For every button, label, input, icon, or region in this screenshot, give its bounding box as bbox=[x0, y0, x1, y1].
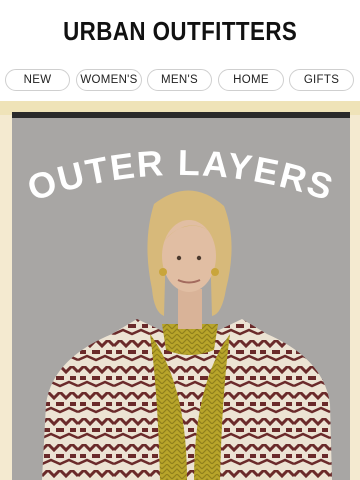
nav-item-home[interactable]: HOME bbox=[218, 69, 284, 91]
nav-item-gifts[interactable]: GIFTS bbox=[289, 69, 354, 91]
header: URBAN OUTFITTERS bbox=[0, 0, 360, 62]
model-photo-icon bbox=[42, 190, 332, 480]
nav-item-mens[interactable]: MEN'S bbox=[147, 69, 212, 91]
hero-photo-frame: OUTER LAYERS bbox=[12, 112, 350, 480]
brand-logo[interactable]: URBAN OUTFITTERS bbox=[63, 16, 297, 47]
nav-item-new[interactable]: NEW bbox=[5, 69, 70, 91]
nav-item-womens[interactable]: WOMEN'S bbox=[76, 69, 142, 91]
category-nav: NEW WOMEN'S MEN'S HOME GIFTS bbox=[0, 69, 360, 93]
hero-banner[interactable]: OUTER LAYERS bbox=[0, 101, 360, 480]
decorative-edge bbox=[350, 231, 360, 480]
